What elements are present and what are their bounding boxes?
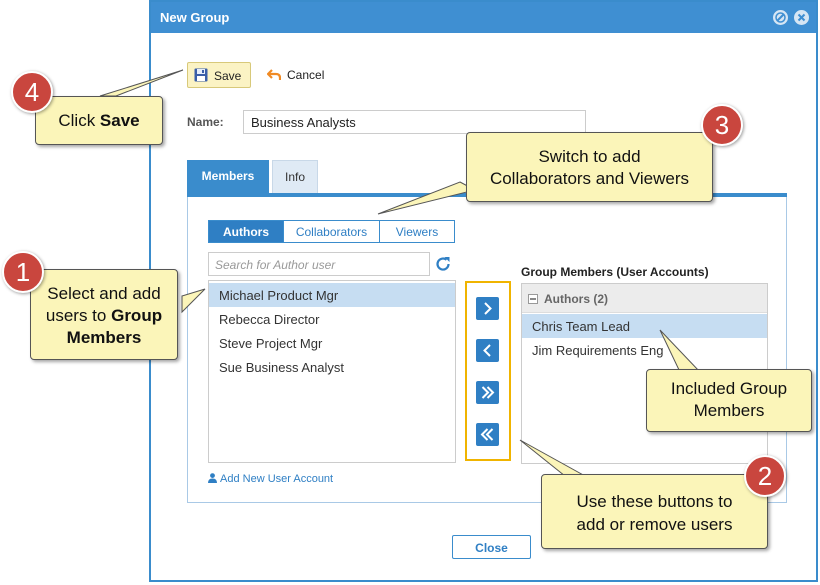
floppy-disk-icon [194,68,208,82]
toggle-authors[interactable]: Authors [208,220,284,243]
add-selected-button[interactable] [476,297,499,320]
toggle-viewers-label: Viewers [395,225,439,239]
callout-1-bold-b: Group [111,306,163,325]
cancel-button[interactable]: Cancel [267,62,337,88]
add-new-user-label: Add New User Account [220,473,334,485]
toggle-collaborators[interactable]: Collaborators [283,220,380,243]
callout-2-line-b: add or remove users [576,515,733,534]
close-button[interactable]: Close [452,535,531,559]
author-search-input[interactable]: Search for Author user [208,252,430,276]
step-3-badge: 3 [701,104,743,146]
add-new-user-link[interactable]: Add New User Account [208,473,333,485]
callout-switch-roles: Switch to add Collaborators and Viewers [466,132,713,202]
callout-3-line-b: Collaborators and Viewers [489,169,690,188]
callout-select-users: Select and add users to Group Members [30,269,178,360]
refresh-icon[interactable] [433,254,453,274]
group-members-title: Group Members (User Accounts) [521,265,709,279]
undo-arrow-icon [267,69,281,80]
toggle-authors-label: Authors [223,225,269,239]
tab-info-label: Info [284,170,305,184]
collapse-icon[interactable] [528,294,538,304]
remove-all-button[interactable] [476,423,499,446]
save-label: Save [214,69,242,83]
callout-2-line-a: Use these buttons to [576,492,733,511]
group-header-authors[interactable]: Authors (2) [522,284,767,313]
name-label: Name: [187,115,224,129]
add-all-button[interactable] [476,381,499,404]
callout-1-bold-c: Members [66,328,142,347]
callout-move-buttons: Use these buttons to add or remove users [541,474,768,549]
callout-5-line-b: Members [693,401,765,420]
list-item[interactable]: Sue Business Analyst [209,355,455,379]
double-chevron-left-icon [480,428,494,441]
minimize-icon[interactable] [773,10,788,25]
group-header-label: Authors (2) [544,292,608,306]
available-users-list: Michael Product Mgr Rebecca Director Ste… [208,280,456,463]
dialog-titlebar: New Group [151,2,816,33]
callout-1-line-b: users to [45,306,112,325]
cancel-label: Cancel [287,68,325,82]
step-1-badge: 1 [2,251,44,293]
remove-selected-button[interactable] [476,339,499,362]
step-4-badge: 4 [11,71,53,113]
list-item[interactable]: Michael Product Mgr [209,283,455,307]
list-item[interactable]: Rebecca Director [209,307,455,331]
callout-1-line-a: Select and add [47,284,161,303]
chevron-right-icon [484,302,492,315]
chevron-left-icon [483,344,491,357]
close-label: Close [475,541,508,555]
callout-click-save: Click Save [35,96,163,145]
tab-members[interactable]: Members [187,160,269,193]
step-2-badge: 2 [744,455,786,497]
list-item[interactable]: Chris Team Lead [522,314,767,338]
list-item[interactable]: Steve Project Mgr [209,331,455,355]
callout-3-line-a: Switch to add [538,147,641,166]
tab-members-label: Members [201,169,255,183]
name-input[interactable]: Business Analysts [243,110,586,134]
save-button[interactable]: Save [187,62,251,88]
callout-4-text: Click [58,111,100,130]
toggle-viewers[interactable]: Viewers [379,220,455,243]
list-item[interactable]: Jim Requirements Eng [522,338,767,362]
callout-4-bold: Save [99,111,140,130]
screenshot-stage: New Group Save Cancel Name: Business Ana… [0,0,820,585]
toggle-collaborators-label: Collaborators [295,225,368,239]
dialog-title: New Group [160,10,230,25]
close-icon[interactable] [794,10,809,25]
callout-5-line-a: Included Group [670,379,788,398]
callout-included-members: Included Group Members [646,369,812,432]
user-icon [208,473,217,483]
double-chevron-right-icon [481,386,495,399]
tab-info[interactable]: Info [272,160,318,193]
